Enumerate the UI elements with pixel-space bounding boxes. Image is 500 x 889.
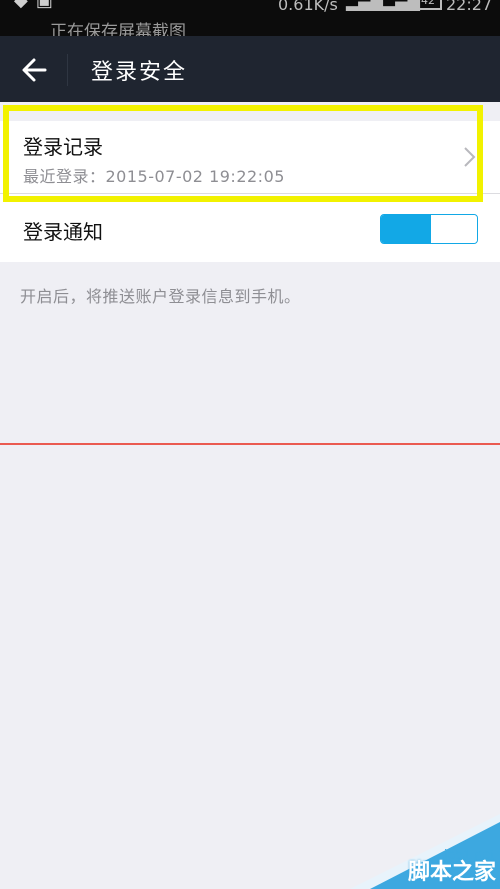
status-notice: 正在保存屏幕截图 (50, 22, 186, 36)
arrow-left-icon (22, 58, 47, 82)
login-record-title: 登录记录 (23, 135, 103, 159)
annotation-line (0, 443, 500, 445)
login-record-item[interactable]: 登录记录 最近登录：2015-07-02 19:22:05 (0, 121, 500, 193)
chevron-right-icon (464, 147, 476, 167)
notification-hint: 开启后，将推送账户登录信息到手机。 (20, 287, 301, 306)
toggle-track-on (381, 215, 431, 243)
battery-icon: 42 (414, 0, 442, 10)
status-time: 22:27 (446, 0, 493, 14)
page-title: 登录安全 (91, 60, 188, 85)
app-header: 登录安全 (0, 36, 500, 102)
watermark-name: 脚本之家 (407, 860, 496, 885)
network-speed: 0.61K/s (278, 0, 338, 14)
login-notification-item: 登录通知 (0, 194, 500, 262)
header-divider (67, 54, 68, 86)
signal-icon: ▂▄▆ (346, 0, 383, 11)
status-bar: ◆▣ 正在保存屏幕截图 0.61K/s ▂▄▆ ▂▄▆ 42 22:27 (0, 0, 500, 36)
back-button[interactable] (14, 54, 54, 86)
login-notification-toggle[interactable] (380, 214, 478, 244)
last-login-time: 最近登录：2015-07-02 19:22:05 (23, 167, 285, 186)
notification-icons: ◆▣ (14, 0, 61, 11)
login-notification-title: 登录通知 (23, 220, 103, 244)
toggle-knob (431, 215, 477, 243)
